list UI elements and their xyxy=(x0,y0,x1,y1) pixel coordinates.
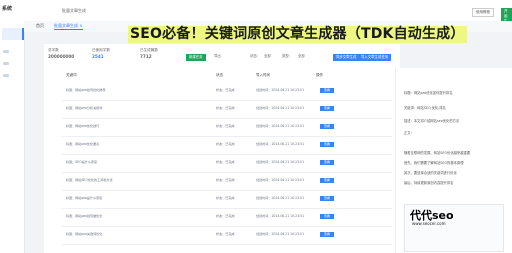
view-button[interactable]: 查看 xyxy=(320,142,334,147)
col-status: 状态 xyxy=(216,73,223,77)
view-button[interactable]: 查看 xyxy=(320,160,334,165)
table-row[interactable]: 标题：网站seo优化要点 状态：已完成 创建时间：2024.06.21 10:23:… xyxy=(62,136,392,155)
filter-status-label: 状态： xyxy=(250,54,261,58)
sync-button[interactable]: 同步文章生成 xyxy=(333,54,360,61)
preview-line: 描述：本文将介绍网站seo优化的方法 xyxy=(404,119,460,123)
row-status: 状态：已完成 xyxy=(216,232,235,236)
table-row[interactable]: 标题：网站seo关键词优化 状态：已完成 创建时间：2024.06.21 10:23… xyxy=(62,226,392,245)
preview-line: 随着互联网的发展，网站SEO优化越来越重要 xyxy=(404,151,471,155)
view-button[interactable]: 查看 xyxy=(320,124,334,129)
tab-home[interactable]: 首页 xyxy=(36,23,44,29)
tab-batch[interactable]: 批量文章生成 × xyxy=(54,23,83,30)
row-time: 创建时间：2024.06.21 10:23:01 xyxy=(256,106,305,110)
sidebar-item[interactable] xyxy=(3,50,9,53)
col-action: 操作 xyxy=(316,73,323,77)
preview-line: 最后，持续更新原创内容提升排名 xyxy=(404,181,454,185)
col-time: 导入时间 xyxy=(256,73,270,77)
filter-status-value[interactable]: 全部 xyxy=(264,53,271,58)
row-keyword: 标题：网站seo优化技巧 xyxy=(66,124,100,128)
watermark-url: www.seocer.com xyxy=(412,221,446,226)
table-row[interactable]: 标题：网站seo如何做优化 状态：已完成 创建时间：2024.06.21 10:23… xyxy=(62,208,392,227)
table-row[interactable]: 标题：网站seo如何优化推荐 状态：已完成 创建时间：2024.06.21 10:2… xyxy=(62,82,392,101)
view-button[interactable]: 查看 xyxy=(320,106,334,111)
row-status: 状态：已完成 xyxy=(216,124,235,128)
preview-line: 关键词：网站SEO,优化,排名 xyxy=(404,106,446,110)
view-button[interactable]: 查看 xyxy=(320,214,334,219)
row-time: 创建时间：2024.06.21 10:23:01 xyxy=(256,142,305,146)
row-status: 状态：已完成 xyxy=(216,160,235,164)
row-time: 创建时间：2024.06.21 10:23:01 xyxy=(256,88,305,92)
row-keyword: 标题：网站SEO优化的工具和方法 xyxy=(66,178,113,182)
row-keyword: 标题：网站seo是什么意思 xyxy=(66,196,103,200)
row-keyword: 标题：网站seo优化要点 xyxy=(66,142,100,146)
table-row[interactable]: 标题：网站seo分析关键词 状态：已完成 创建时间：2024.06.21 10:23… xyxy=(62,100,392,119)
top-bar: 批量文章生成 使用教程 开始生成 xyxy=(24,0,512,30)
preview-line: 其次，要选择合适的关键词进行优化 xyxy=(404,171,457,175)
row-time: 创建时间：2024.06.21 10:23:01 xyxy=(256,178,305,182)
row-status: 状态：已完成 xyxy=(216,142,235,146)
preview-line: 标题：网站seo优化如何提升排名 xyxy=(404,91,453,95)
row-time: 创建时间：2024.06.21 10:23:01 xyxy=(256,196,305,200)
row-keyword: 标题：SEO是什么意思 xyxy=(66,160,98,164)
stat-used: 已使用字数 2541 xyxy=(92,48,110,59)
sidebar-item-active[interactable] xyxy=(2,28,24,40)
table-row[interactable]: 标题：网站seo优化技巧 状态：已完成 创建时间：2024.06.21 10:23:… xyxy=(62,118,392,137)
export-button[interactable]: 导出 xyxy=(214,53,221,58)
table-row[interactable]: 标题：SEO是什么意思 状态：已完成 创建时间：2024.06.21 10:23:0… xyxy=(62,154,392,173)
view-button[interactable]: 查看 xyxy=(320,232,334,237)
view-button[interactable]: 查看 xyxy=(320,178,334,183)
table-row[interactable]: 标题：网站SEO优化的工具和方法 状态：已完成 创建时间：2024.06.21 10… xyxy=(62,172,392,191)
preview-line: 首先，我们需要了解网站SEO的基本原理 xyxy=(404,161,464,165)
stat-total: 总字数 200000000 xyxy=(48,48,75,59)
row-time: 创建时间：2024.06.21 10:23:01 xyxy=(256,232,305,236)
row-keyword: 标题：网站seo分析关键词 xyxy=(66,106,103,110)
view-button[interactable]: 查看 xyxy=(320,196,334,201)
brand-logo: 系统 xyxy=(2,6,13,12)
row-time: 创建时间：2024.06.21 10:23:01 xyxy=(256,214,305,218)
sidebar: 系统 xyxy=(0,0,25,253)
tutorial-button[interactable]: 使用教程 xyxy=(472,8,494,17)
promo-banner: SEO必备！关键词原创文章生成器（TDK自动生成） xyxy=(128,26,467,43)
new-task-button[interactable]: 新建任务 xyxy=(186,54,206,61)
page-title: 批量文章生成 xyxy=(62,8,86,13)
row-status: 状态：已完成 xyxy=(216,214,235,218)
preview-line: 正文： xyxy=(404,131,414,135)
view-button[interactable]: 查看 xyxy=(320,88,334,93)
sidebar-item[interactable] xyxy=(3,74,9,77)
row-time: 创建时间：2024.06.21 10:23:01 xyxy=(256,124,305,128)
row-keyword: 标题：网站seo关键词优化 xyxy=(66,232,103,236)
filter-type-label: 类型： xyxy=(282,54,293,58)
row-status: 状态：已完成 xyxy=(216,88,235,92)
row-keyword: 标题：网站seo如何优化推荐 xyxy=(66,88,106,92)
import-button[interactable]: 导入文章生成任务 xyxy=(358,54,392,61)
table-row[interactable]: 标题：网站seo是什么意思 状态：已完成 创建时间：2024.06.21 10:23… xyxy=(62,190,392,209)
sidebar-item[interactable] xyxy=(3,62,9,65)
row-time: 创建时间：2024.06.21 10:23:01 xyxy=(256,160,305,164)
stat-generated: 已生成篇数 7712 xyxy=(140,48,158,59)
row-status: 状态：已完成 xyxy=(216,178,235,182)
filter-type-value[interactable]: 全部 xyxy=(298,53,305,58)
row-keyword: 标题：网站seo如何做优化 xyxy=(66,214,103,218)
row-status: 状态：已完成 xyxy=(216,196,235,200)
col-keyword: 关键词 xyxy=(66,73,77,77)
row-status: 状态：已完成 xyxy=(216,106,235,110)
